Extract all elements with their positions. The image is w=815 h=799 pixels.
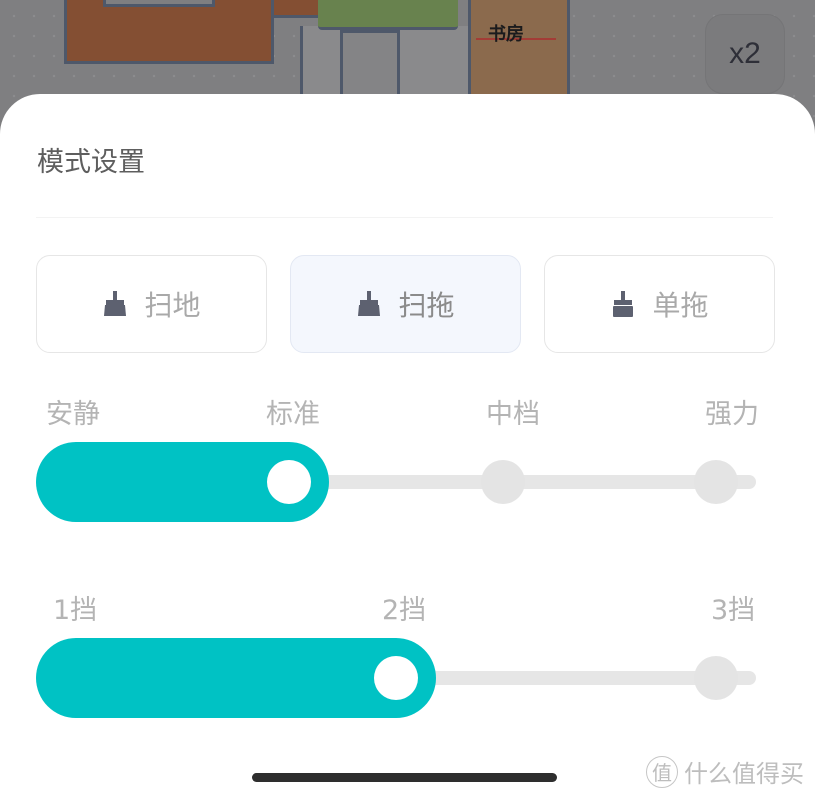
map-room-green[interactable]	[318, 0, 458, 30]
mode-selector: 扫地 扫拖 单拖	[36, 255, 775, 353]
water-label-1[interactable]: 1挡	[53, 588, 97, 627]
broom-icon	[104, 291, 127, 316]
slider-thumb[interactable]	[267, 460, 312, 504]
map-room-orange[interactable]	[64, 0, 274, 64]
water-slider[interactable]	[36, 638, 756, 718]
suction-slider[interactable]	[36, 442, 756, 522]
mode-label: 扫拖	[398, 289, 455, 322]
suction-label-medium[interactable]: 中档	[486, 392, 540, 431]
suction-labels: 安静 标准 中档 强力	[0, 392, 815, 432]
watermark-text: 什么值得买	[684, 760, 804, 788]
slider-stop[interactable]	[480, 460, 525, 504]
mode-button-sweep-mop[interactable]: 扫拖	[290, 255, 521, 353]
watermark-logo-icon: 值	[646, 755, 678, 788]
mode-label: 扫地	[144, 289, 201, 322]
map-zoom-button[interactable]: x2	[705, 14, 785, 94]
water-labels: 1挡 2挡 3挡	[0, 588, 815, 628]
mode-settings-sheet: 模式设置 扫地 扫拖 单拖 安静 标准 中档 强力 1挡 2挡 3挡	[0, 94, 815, 799]
broom-icon	[358, 291, 381, 316]
sheet-title: 模式设置	[37, 147, 145, 178]
map-room-inner	[103, 0, 215, 7]
watermark: 值 什么值得买	[646, 754, 804, 789]
suction-label-strong[interactable]: 强力	[705, 392, 759, 431]
divider	[36, 217, 773, 218]
mode-button-sweep[interactable]: 扫地	[36, 255, 267, 353]
mode-label: 单拖	[652, 289, 709, 322]
home-indicator[interactable]	[252, 773, 557, 782]
suction-label-standard[interactable]: 标准	[266, 392, 320, 431]
map-room-label: 书房	[488, 24, 524, 45]
mode-button-mop-only[interactable]: 单拖	[544, 255, 775, 353]
slider-thumb[interactable]	[374, 656, 418, 700]
mop-icon	[613, 291, 634, 317]
slider-stop[interactable]	[694, 460, 738, 504]
water-label-3[interactable]: 3挡	[711, 588, 755, 627]
water-label-2[interactable]: 2挡	[382, 588, 426, 627]
suction-label-quiet[interactable]: 安静	[46, 392, 100, 431]
app-screen: 书房 x2 模式设置 扫地 扫拖 单拖 安静 标准 中档 强力 1挡 2挡 3挡…	[0, 0, 815, 799]
slider-stop[interactable]	[694, 656, 738, 700]
